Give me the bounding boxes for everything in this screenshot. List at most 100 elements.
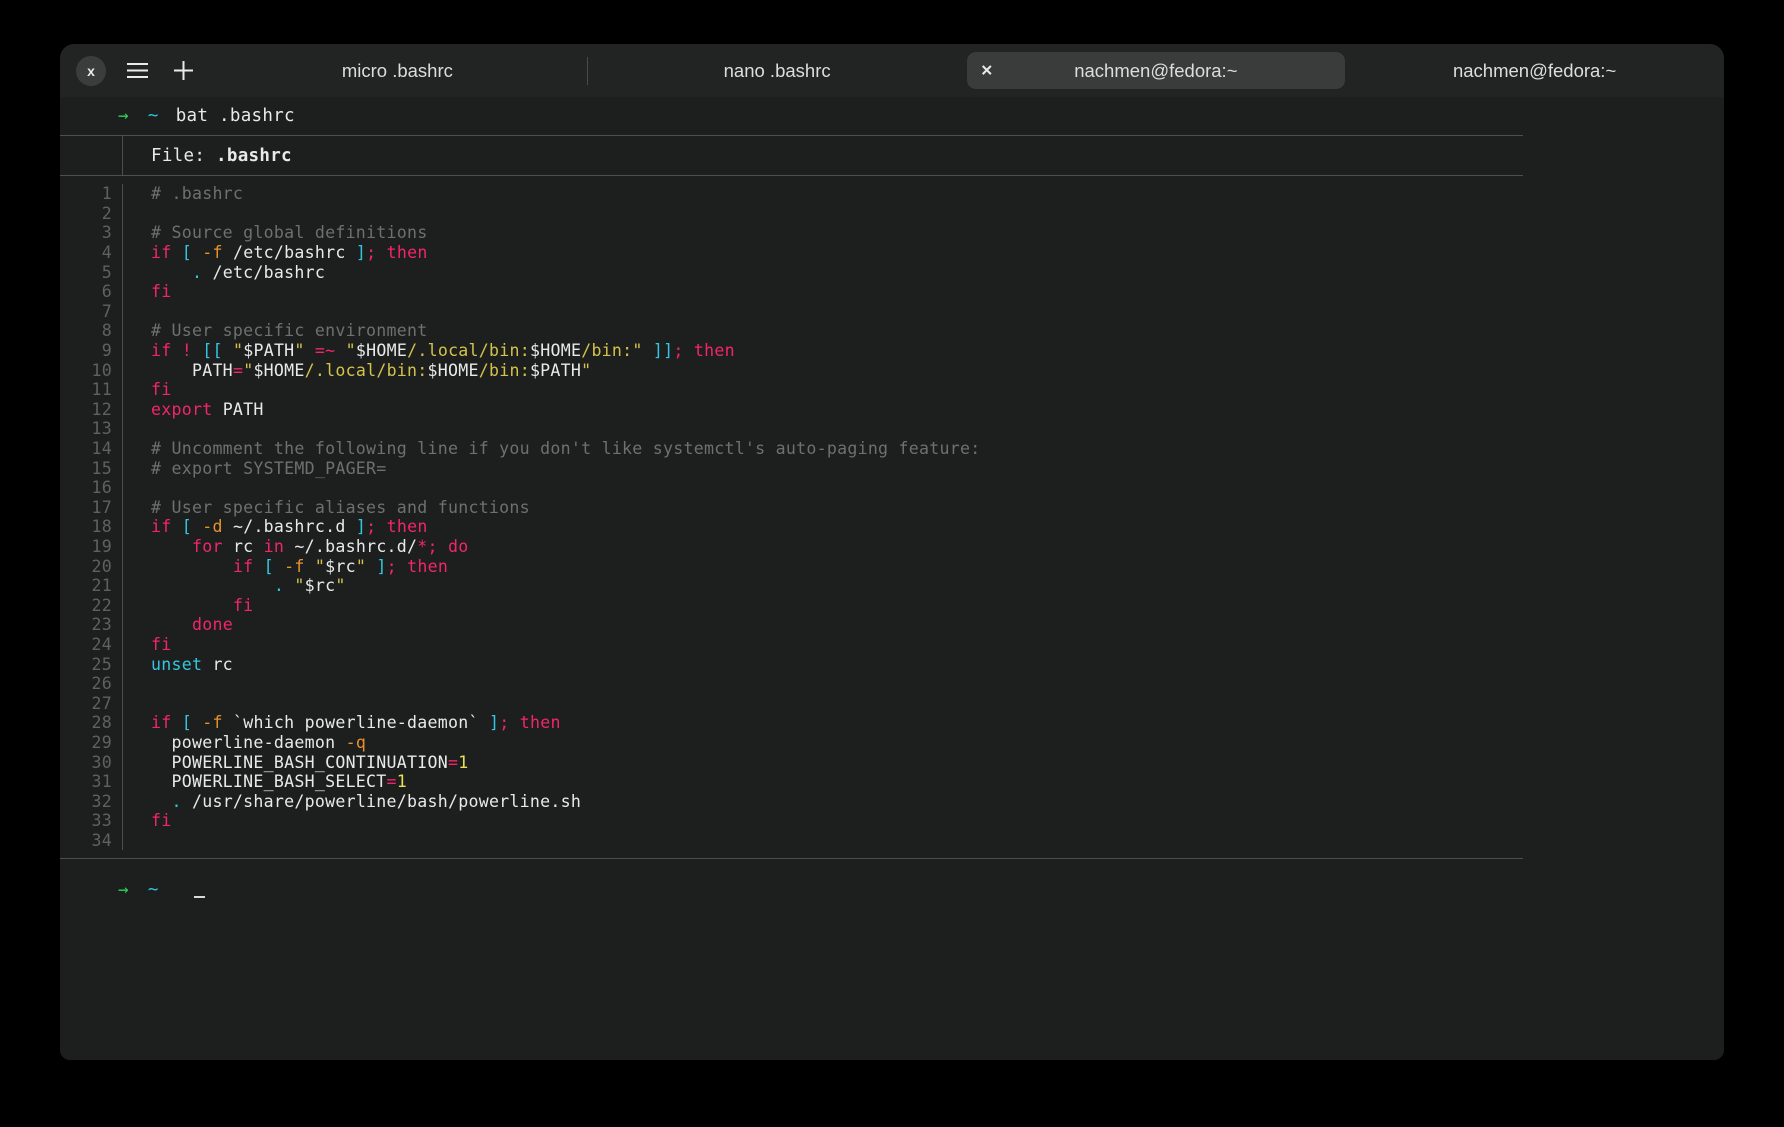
line-number: 18 [60,517,122,536]
code-token [305,557,315,576]
code-token: . [192,263,202,282]
new-tab-icon[interactable] [168,56,198,86]
tab-close-icon[interactable]: ✕ [981,63,994,78]
hamburger-menu-icon[interactable] [122,56,152,86]
code-token [192,713,202,732]
line-number: 28 [60,713,122,732]
code-token [438,537,448,556]
code-token: do [448,537,468,556]
file-header-text: File: .bashrc [137,146,292,166]
code-token: . [274,576,284,595]
code-token: [ [182,517,192,536]
code-line-text: . /usr/share/powerline/bash/powerline.sh [137,792,581,811]
gutter-bar [122,556,137,576]
code-token: unset [151,655,202,674]
tab-shell-second[interactable]: nachmen@fedora:~ [1345,52,1724,89]
close-icon[interactable]: x [76,56,106,86]
gutter-bar [122,831,137,851]
tab-micro-bashrc[interactable]: micro .bashrc [208,52,587,89]
pager-bottom-rule [60,858,1523,859]
gutter-bar [122,458,137,478]
gutter-bar [122,811,137,831]
gutter-bar [122,184,137,204]
code-line: 2 [60,204,1523,224]
code-token: -d [202,517,222,536]
line-number: 9 [60,341,122,360]
code-token: # .bashrc [151,184,243,203]
code-line: 5 . /etc/bashrc [60,262,1523,282]
code-token: rc [202,655,233,674]
code-token: -f [202,713,222,732]
line-number: 14 [60,439,122,458]
code-line-text: for rc in ~/.bashrc.d/*; do [137,537,469,556]
tab-nano-bashrc[interactable]: nano .bashrc [588,52,967,89]
code-token: " [233,341,243,360]
code-token [335,341,345,360]
code-line-text: PATH="$HOME/.local/bin:$HOME/bin:$PATH" [137,361,591,380]
code-token: ; [387,557,397,576]
code-token: /bin: [581,341,632,360]
code-token [192,517,202,536]
gutter-bar [122,654,137,674]
code-token: 1 [458,753,468,772]
code-line-text: # Uncomment the following line if you do… [137,439,980,458]
tab-label: nano .bashrc [724,60,831,82]
gutter-bar [122,204,137,224]
code-line: 22 fi [60,595,1523,615]
code-token: fi [151,380,171,399]
code-token: $HOME [253,361,304,380]
terminal-window: x micro .bashrc nano .bash [60,44,1724,1060]
gutter-bar [122,791,137,811]
code-token: fi [233,596,253,615]
code-token: export [151,400,212,419]
code-line-text: POWERLINE_BASH_CONTINUATION=1 [137,753,468,772]
code-line: 13 [60,419,1523,439]
code-token: then [387,517,428,536]
code-line: 23 done [60,615,1523,635]
code-token: $PATH [243,341,294,360]
code-token: for [192,537,223,556]
code-token [366,557,376,576]
gutter-bar [122,635,137,655]
gutter-bar [122,419,137,439]
code-token [397,557,407,576]
code-token [684,341,694,360]
code-token: /.local/bin: [305,361,428,380]
code-token: " [294,341,304,360]
code-line: 7 [60,302,1523,322]
prompt-line-bottom[interactable]: → ~ [60,871,1724,909]
header-gutter-bar [122,136,137,175]
code-token: $HOME [356,341,407,360]
line-number: 7 [60,302,122,321]
code-token: ]] [653,341,673,360]
line-number: 2 [60,204,122,223]
code-line: 21 . "$rc" [60,576,1523,596]
code-line-text: fi [137,380,171,399]
code-line-text: if [ -d ~/.bashrc.d ]; then [137,517,428,536]
code-token: =~ [315,341,335,360]
code-token: if [233,557,253,576]
code-token: = [387,772,397,791]
tab-shell-active[interactable]: ✕ nachmen@fedora:~ [967,52,1346,89]
code-token: fi [151,635,171,654]
code-token: $rc [305,576,336,595]
line-number: 22 [60,596,122,615]
code-token: $PATH [530,361,581,380]
code-token: /etc/bashrc [223,243,356,262]
gutter-bar [122,478,137,498]
code-token [151,615,192,634]
code-token: /.local/bin: [407,341,530,360]
code-token: /etc/bashrc [202,263,325,282]
line-number: 33 [60,811,122,830]
code-line: 24fi [60,635,1523,655]
code-token: rc [223,537,264,556]
line-number: 1 [60,184,122,203]
code-token [509,713,519,732]
gutter-bar [122,360,137,380]
code-token: " [632,341,642,360]
tab-label: nachmen@fedora:~ [1453,60,1616,82]
code-token: [[ [202,341,222,360]
code-token [376,517,386,536]
prompt-command: bat .bashrc [176,106,295,126]
gutter-bar [122,576,137,596]
